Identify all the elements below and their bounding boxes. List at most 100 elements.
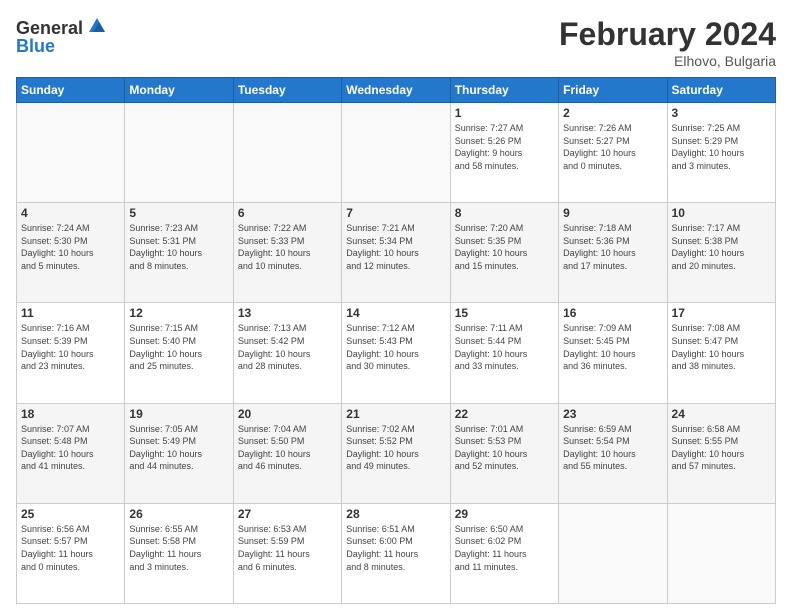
day-number: 13: [238, 306, 337, 320]
day-info: Sunrise: 7:24 AM Sunset: 5:30 PM Dayligh…: [21, 222, 120, 272]
day-number: 16: [563, 306, 662, 320]
day-number: 18: [21, 407, 120, 421]
day-number: 1: [455, 106, 554, 120]
day-info: Sunrise: 7:08 AM Sunset: 5:47 PM Dayligh…: [672, 322, 771, 372]
day-info: Sunrise: 7:21 AM Sunset: 5:34 PM Dayligh…: [346, 222, 445, 272]
header: General Blue February 2024 Elhovo, Bulga…: [16, 16, 776, 69]
day-number: 7: [346, 206, 445, 220]
day-info: Sunrise: 7:27 AM Sunset: 5:26 PM Dayligh…: [455, 122, 554, 172]
day-number: 22: [455, 407, 554, 421]
day-number: 19: [129, 407, 228, 421]
table-row: 23 Sunrise: 6:59 AM Sunset: 5:54 PM Dayli…: [559, 403, 667, 503]
day-number: 9: [563, 206, 662, 220]
table-row: [559, 503, 667, 603]
calendar-week-row: 4Sunrise: 7:24 AM Sunset: 5:30 PM Daylig…: [17, 203, 776, 303]
col-tuesday: Tuesday: [233, 78, 341, 103]
day-number: 5: [129, 206, 228, 220]
page: General Blue February 2024 Elhovo, Bulga…: [0, 0, 792, 612]
table-row: 19Sunrise: 7:05 AM Sunset: 5:49 PM Dayli…: [125, 403, 233, 503]
day-number: 24: [672, 407, 771, 421]
table-row: 12 Sunrise: 7:15 AM Sunset: 5:40 PM Dayli…: [125, 303, 233, 403]
day-number: 10: [672, 206, 771, 220]
day-info: Sunrise: 7:23 AM Sunset: 5:31 PM Dayligh…: [129, 222, 228, 272]
table-row: 1 Sunrise: 7:27 AM Sunset: 5:26 PM Daylig…: [450, 103, 558, 203]
day-number: 17: [672, 306, 771, 320]
day-info: Sunrise: 7:26 AM Sunset: 5:27 PM Dayligh…: [563, 122, 662, 172]
table-row: 28 Sunrise: 6:51 AM Sunset: 6:00 PM Dayli…: [342, 503, 450, 603]
day-info: Sunrise: 6:59 AM Sunset: 5:54 PM Dayligh…: [563, 423, 662, 473]
day-info: Sunrise: 7:01 AM Sunset: 5:53 PM Dayligh…: [455, 423, 554, 473]
table-row: 29 Sunrise: 6:50 AM Sunset: 6:02 PM Dayli…: [450, 503, 558, 603]
day-number: 26: [129, 507, 228, 521]
table-row: [17, 103, 125, 203]
table-row: 24 Sunrise: 6:58 AM Sunset: 5:55 PM Dayli…: [667, 403, 775, 503]
col-friday: Friday: [559, 78, 667, 103]
calendar-week-row: 11Sunrise: 7:16 AM Sunset: 5:39 PM Dayli…: [17, 303, 776, 403]
day-info: Sunrise: 7:12 AM Sunset: 5:43 PM Dayligh…: [346, 322, 445, 372]
logo-icon: [85, 14, 109, 38]
day-number: 8: [455, 206, 554, 220]
table-row: [342, 103, 450, 203]
day-number: 23: [563, 407, 662, 421]
day-info: Sunrise: 6:50 AM Sunset: 6:02 PM Dayligh…: [455, 523, 554, 573]
month-title: February 2024: [559, 16, 776, 53]
day-number: 27: [238, 507, 337, 521]
day-number: 25: [21, 507, 120, 521]
day-number: 21: [346, 407, 445, 421]
calendar: Sunday Monday Tuesday Wednesday Thursday…: [16, 77, 776, 604]
day-info: Sunrise: 7:11 AM Sunset: 5:44 PM Dayligh…: [455, 322, 554, 372]
table-row: 17 Sunrise: 7:08 AM Sunset: 5:47 PM Dayli…: [667, 303, 775, 403]
day-info: Sunrise: 7:25 AM Sunset: 5:29 PM Dayligh…: [672, 122, 771, 172]
day-info: Sunrise: 6:58 AM Sunset: 5:55 PM Dayligh…: [672, 423, 771, 473]
table-row: [667, 503, 775, 603]
day-info: Sunrise: 6:56 AM Sunset: 5:57 PM Dayligh…: [21, 523, 120, 573]
table-row: 14 Sunrise: 7:12 AM Sunset: 5:43 PM Dayli…: [342, 303, 450, 403]
day-info: Sunrise: 7:07 AM Sunset: 5:48 PM Dayligh…: [21, 423, 120, 473]
day-number: 15: [455, 306, 554, 320]
table-row: 21 Sunrise: 7:02 AM Sunset: 5:52 PM Dayli…: [342, 403, 450, 503]
table-row: 16Sunrise: 7:09 AM Sunset: 5:45 PM Dayli…: [559, 303, 667, 403]
table-row: 9 Sunrise: 7:18 AM Sunset: 5:36 PM Daylig…: [559, 203, 667, 303]
table-row: [125, 103, 233, 203]
table-row: 20Sunrise: 7:04 AM Sunset: 5:50 PM Dayli…: [233, 403, 341, 503]
col-thursday: Thursday: [450, 78, 558, 103]
day-number: 2: [563, 106, 662, 120]
calendar-week-row: 25 Sunrise: 6:56 AM Sunset: 5:57 PM Dayli…: [17, 503, 776, 603]
table-row: 4Sunrise: 7:24 AM Sunset: 5:30 PM Daylig…: [17, 203, 125, 303]
day-number: 6: [238, 206, 337, 220]
day-number: 20: [238, 407, 337, 421]
day-number: 29: [455, 507, 554, 521]
day-number: 14: [346, 306, 445, 320]
location: Elhovo, Bulgaria: [559, 53, 776, 69]
day-info: Sunrise: 7:13 AM Sunset: 5:42 PM Dayligh…: [238, 322, 337, 372]
calendar-week-row: 18 Sunrise: 7:07 AM Sunset: 5:48 PM Dayli…: [17, 403, 776, 503]
table-row: 26 Sunrise: 6:55 AM Sunset: 5:58 PM Dayli…: [125, 503, 233, 603]
day-number: 3: [672, 106, 771, 120]
col-saturday: Saturday: [667, 78, 775, 103]
table-row: 25 Sunrise: 6:56 AM Sunset: 5:57 PM Dayli…: [17, 503, 125, 603]
day-number: 12: [129, 306, 228, 320]
day-info: Sunrise: 6:51 AM Sunset: 6:00 PM Dayligh…: [346, 523, 445, 573]
day-info: Sunrise: 7:18 AM Sunset: 5:36 PM Dayligh…: [563, 222, 662, 272]
day-info: Sunrise: 6:53 AM Sunset: 5:59 PM Dayligh…: [238, 523, 337, 573]
table-row: 10Sunrise: 7:17 AM Sunset: 5:38 PM Dayli…: [667, 203, 775, 303]
table-row: 27 Sunrise: 6:53 AM Sunset: 5:59 PM Dayli…: [233, 503, 341, 603]
day-info: Sunrise: 7:20 AM Sunset: 5:35 PM Dayligh…: [455, 222, 554, 272]
day-info: Sunrise: 7:16 AM Sunset: 5:39 PM Dayligh…: [21, 322, 120, 372]
logo-blue: Blue: [16, 36, 55, 57]
table-row: 13 Sunrise: 7:13 AM Sunset: 5:42 PM Dayli…: [233, 303, 341, 403]
table-row: 15 Sunrise: 7:11 AM Sunset: 5:44 PM Dayli…: [450, 303, 558, 403]
col-monday: Monday: [125, 78, 233, 103]
day-info: Sunrise: 7:15 AM Sunset: 5:40 PM Dayligh…: [129, 322, 228, 372]
day-number: 28: [346, 507, 445, 521]
table-row: 7 Sunrise: 7:21 AM Sunset: 5:34 PM Daylig…: [342, 203, 450, 303]
table-row: 6Sunrise: 7:22 AM Sunset: 5:33 PM Daylig…: [233, 203, 341, 303]
day-info: Sunrise: 7:02 AM Sunset: 5:52 PM Dayligh…: [346, 423, 445, 473]
table-row: [233, 103, 341, 203]
day-info: Sunrise: 6:55 AM Sunset: 5:58 PM Dayligh…: [129, 523, 228, 573]
calendar-week-row: 1 Sunrise: 7:27 AM Sunset: 5:26 PM Daylig…: [17, 103, 776, 203]
col-sunday: Sunday: [17, 78, 125, 103]
table-row: 18 Sunrise: 7:07 AM Sunset: 5:48 PM Dayli…: [17, 403, 125, 503]
days-header-row: Sunday Monday Tuesday Wednesday Thursday…: [17, 78, 776, 103]
title-area: February 2024 Elhovo, Bulgaria: [559, 16, 776, 69]
